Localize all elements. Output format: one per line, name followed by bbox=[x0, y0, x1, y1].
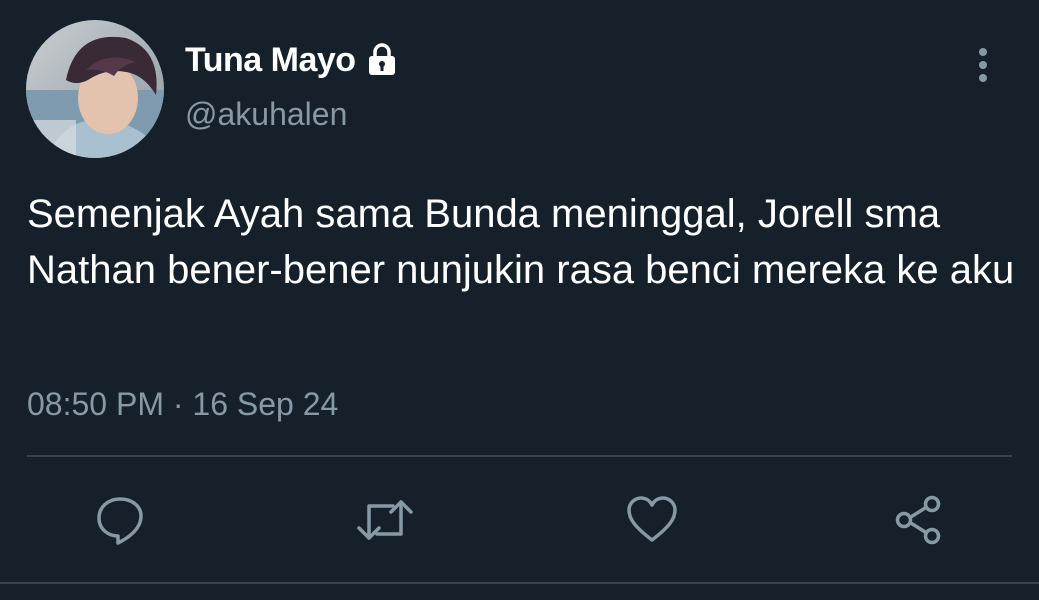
meta-separator: · bbox=[172, 386, 184, 422]
like-button[interactable] bbox=[622, 490, 682, 550]
divider bbox=[0, 582, 1039, 584]
share-button[interactable] bbox=[888, 490, 948, 550]
share-icon bbox=[895, 495, 941, 545]
lock-icon bbox=[364, 42, 400, 78]
heart-icon bbox=[627, 496, 677, 542]
action-bar bbox=[0, 490, 1039, 550]
retweet-icon bbox=[357, 500, 413, 540]
name-row: Tuna Mayo bbox=[185, 38, 400, 82]
more-options-button[interactable] bbox=[962, 44, 1004, 86]
reply-button[interactable] bbox=[90, 490, 150, 550]
user-handle[interactable]: @akuhalen bbox=[185, 96, 347, 133]
avatar-image bbox=[26, 20, 164, 158]
tweet-time[interactable]: 08:50 PM bbox=[27, 386, 164, 422]
divider bbox=[27, 455, 1012, 457]
retweet-button[interactable] bbox=[355, 490, 415, 550]
more-vertical-icon bbox=[979, 48, 987, 82]
tweet-meta: 08:50 PM · 16 Sep 24 bbox=[27, 386, 338, 423]
tweet-text: Semenjak Ayah sama Bunda meninggal, Jore… bbox=[27, 192, 1015, 292]
reply-icon bbox=[97, 497, 143, 545]
tweet-card: Tuna Mayo @akuhalen Semenjak Ayah sama B… bbox=[0, 0, 1039, 600]
avatar[interactable] bbox=[26, 20, 164, 158]
display-name[interactable]: Tuna Mayo bbox=[185, 41, 356, 80]
tweet-date[interactable]: 16 Sep 24 bbox=[192, 386, 338, 422]
